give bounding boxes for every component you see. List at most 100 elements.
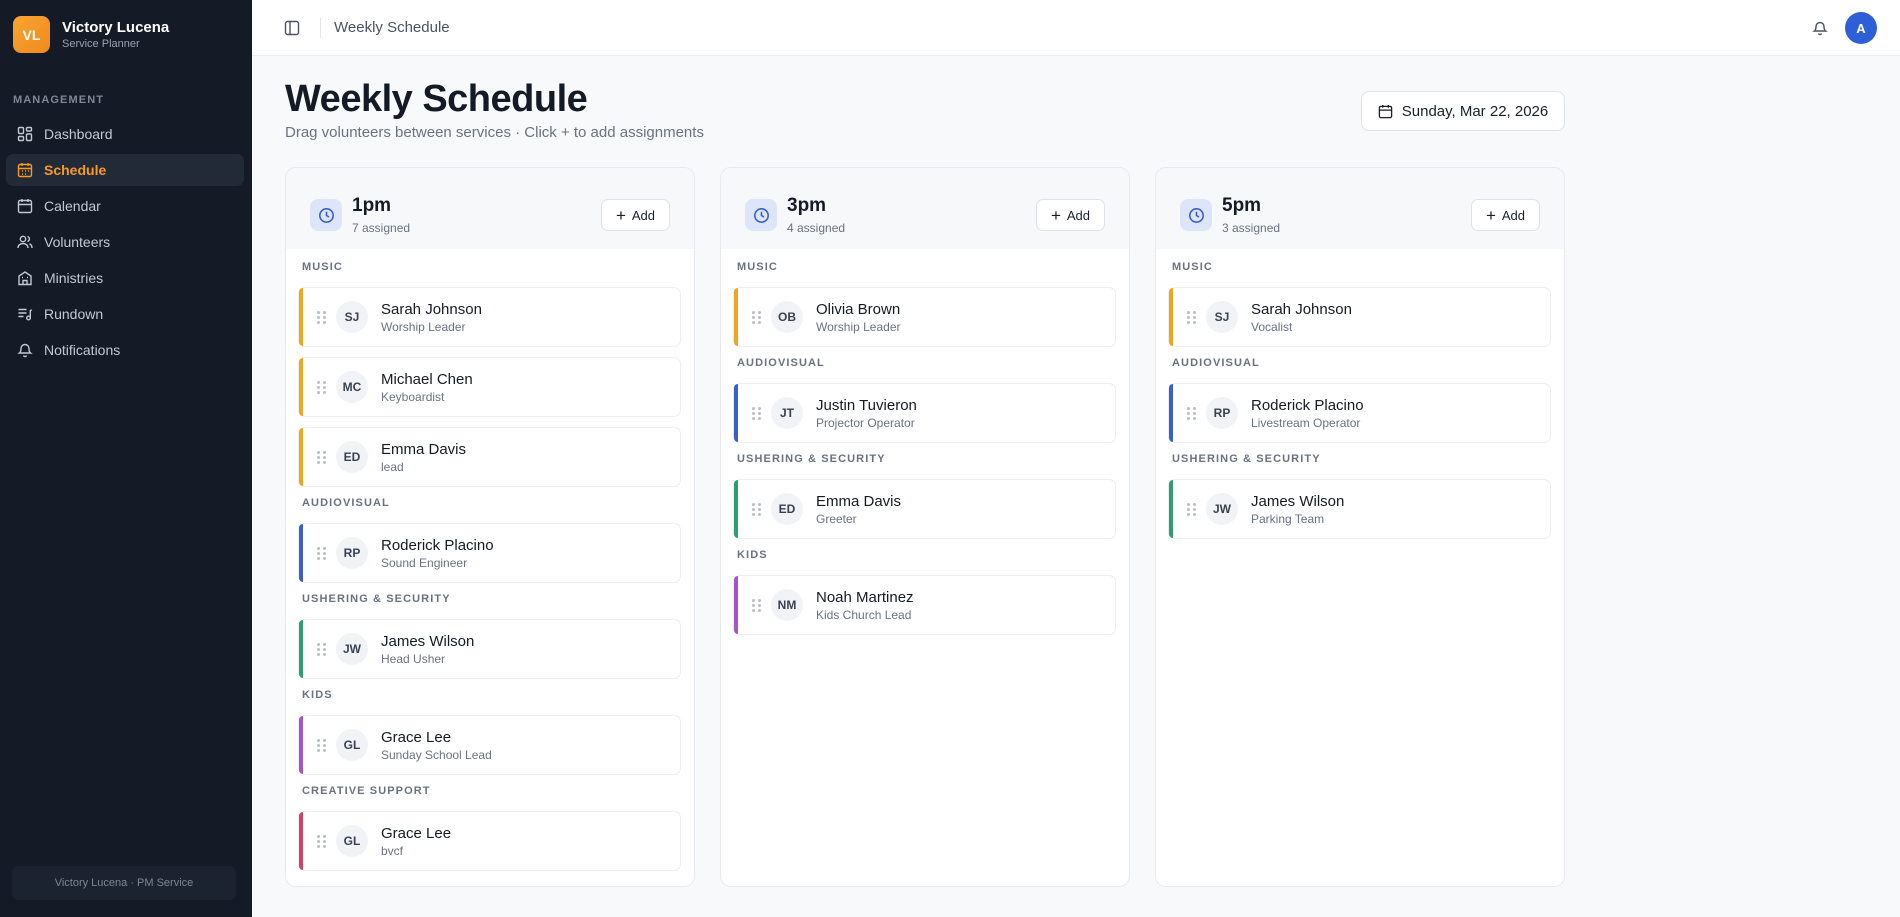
volunteer-avatar: NM <box>771 589 803 621</box>
drag-handle-icon[interactable] <box>752 502 762 516</box>
add-assignment-button[interactable]: + Add <box>601 199 670 231</box>
volunteer-card[interactable]: MC Michael Chen Keyboardist <box>298 357 681 417</box>
volunteer-name: Emma Davis <box>816 492 902 510</box>
clock-icon <box>1180 199 1212 231</box>
add-assignment-button[interactable]: + Add <box>1036 199 1105 231</box>
service-body: MUSIC OB Olivia Brown Worship Leader AUDIOVI… <box>721 249 1129 635</box>
volunteer-card[interactable]: JW James Wilson Parking Team <box>1168 479 1551 539</box>
sidebar-footer: Victory Lucena · PM Service <box>12 866 236 900</box>
volunteer-name: James Wilson <box>381 632 475 650</box>
volunteer-avatar: ED <box>336 441 368 473</box>
page-title: Weekly Schedule <box>285 78 588 120</box>
volunteer-card[interactable]: JW James Wilson Head Usher <box>298 619 681 679</box>
ministry-color-bar <box>299 358 303 416</box>
volunteer-card[interactable]: OB Olivia Brown Worship Leader <box>733 287 1116 347</box>
volunteer-card[interactable]: JT Justin Tuvieron Projector Operator <box>733 383 1116 443</box>
sidebar-toggle-icon[interactable] <box>284 20 300 36</box>
volunteer-role: Keyboardist <box>381 389 445 404</box>
volunteer-avatar: JW <box>1206 493 1238 525</box>
volunteer-card[interactable]: RP Roderick Placino Sound Engineer <box>298 523 681 583</box>
volunteer-card[interactable]: ED Emma Davis Greeter <box>733 479 1116 539</box>
ministry-group-label: CREATIVE SUPPORT <box>302 785 431 797</box>
service-column-5pm: 5pm 3 assigned + Add MUSIC SJ Sarah Johnson Voc… <box>1155 167 1565 887</box>
volunteer-name: Roderick Placino <box>1251 396 1364 414</box>
volunteer-card[interactable]: GL Grace Lee bvcf <box>298 811 681 871</box>
clock-icon <box>310 199 342 231</box>
volunteer-name: Sarah Johnson <box>381 300 482 318</box>
sidebar-nav: Dashboard Schedule Calendar Volunteers M… <box>6 118 244 370</box>
sidebar-item-volunteers[interactable]: Volunteers <box>6 226 244 258</box>
drag-handle-icon[interactable] <box>317 834 327 848</box>
ministry-color-bar <box>734 288 738 346</box>
ministry-group-label: AUDIOVISUAL <box>737 357 825 369</box>
drag-handle-icon[interactable] <box>317 450 327 464</box>
ministry-color-bar <box>299 716 303 774</box>
service-header: 3pm 4 assigned + Add <box>721 168 1129 249</box>
ministry-group-label: KIDS <box>737 549 768 561</box>
sidebar-item-ministries[interactable]: Ministries <box>6 262 244 294</box>
ministry-group-label: USHERING & SECURITY <box>737 453 886 465</box>
volunteer-avatar: SJ <box>1206 301 1238 333</box>
ministry-color-bar <box>299 620 303 678</box>
sidebar-item-label: Calendar <box>44 198 101 214</box>
volunteer-role: Kids Church Lead <box>816 607 912 622</box>
volunteer-card[interactable]: GL Grace Lee Sunday School Lead <box>298 715 681 775</box>
drag-handle-icon[interactable] <box>752 406 762 420</box>
sidebar-item-calendar[interactable]: Calendar <box>6 190 244 222</box>
add-label: Add <box>1501 207 1526 223</box>
date-label: Sunday, Mar 22, 2026 <box>1401 102 1549 120</box>
sidebar-item-rundown[interactable]: Rundown <box>6 298 244 330</box>
sidebar-item-notifications[interactable]: Notifications <box>6 334 244 366</box>
drag-handle-icon[interactable] <box>1187 310 1197 324</box>
sidebar-item-schedule[interactable]: Schedule <box>6 154 244 186</box>
service-body: MUSIC SJ Sarah Johnson Vocalist AUDIOVISUAL R… <box>1156 249 1564 539</box>
service-time: 5pm <box>1222 195 1262 216</box>
volunteer-avatar: GL <box>336 729 368 761</box>
volunteer-role: Parking Team <box>1251 511 1325 526</box>
sidebar-item-label: Dashboard <box>44 126 113 142</box>
bell-icon[interactable] <box>1812 20 1828 36</box>
ministry-group-label: MUSIC <box>302 261 343 273</box>
user-avatar[interactable]: A <box>1845 12 1877 44</box>
brand-subtitle: Service Planner <box>62 37 140 50</box>
brand[interactable]: VL Victory Lucena Service Planner <box>13 16 169 53</box>
drag-handle-icon[interactable] <box>317 546 327 560</box>
drag-handle-icon[interactable] <box>1187 406 1197 420</box>
volunteer-card[interactable]: NM Noah Martinez Kids Church Lead <box>733 575 1116 635</box>
volunteer-avatar: JW <box>336 633 368 665</box>
service-header: 5pm 3 assigned + Add <box>1156 168 1564 249</box>
sidebar: VL Victory Lucena Service Planner MANAGE… <box>0 0 252 917</box>
volunteer-name: Emma Davis <box>381 440 467 458</box>
sidebar-item-label: Volunteers <box>44 234 111 250</box>
drag-handle-icon[interactable] <box>317 642 327 656</box>
volunteer-name: Olivia Brown <box>816 300 901 318</box>
date-picker-button[interactable]: Sunday, Mar 22, 2026 <box>1361 91 1565 131</box>
service-header: 1pm 7 assigned + Add <box>286 168 694 249</box>
drag-handle-icon[interactable] <box>752 310 762 324</box>
add-assignment-button[interactable]: + Add <box>1471 199 1540 231</box>
volunteer-card[interactable]: RP Roderick Placino Livestream Operator <box>1168 383 1551 443</box>
volunteer-avatar: MC <box>336 371 368 403</box>
volunteer-name: Grace Lee <box>381 824 452 842</box>
ministry-group-label: AUDIOVISUAL <box>302 497 390 509</box>
volunteer-avatar: RP <box>336 537 368 569</box>
plus-icon: + <box>615 205 626 225</box>
drag-handle-icon[interactable] <box>317 310 327 324</box>
volunteer-card[interactable]: SJ Sarah Johnson Worship Leader <box>298 287 681 347</box>
add-label: Add <box>631 207 656 223</box>
volunteer-role: Livestream Operator <box>1251 415 1361 430</box>
drag-handle-icon[interactable] <box>317 380 327 394</box>
ministry-group-label: MUSIC <box>1172 261 1213 273</box>
drag-handle-icon[interactable] <box>752 598 762 612</box>
volunteer-role: Projector Operator <box>816 415 915 430</box>
drag-handle-icon[interactable] <box>317 738 327 752</box>
sidebar-item-label: Ministries <box>44 270 104 286</box>
volunteer-card[interactable]: SJ Sarah Johnson Vocalist <box>1168 287 1551 347</box>
volunteer-card[interactable]: ED Emma Davis lead <box>298 427 681 487</box>
drag-handle-icon[interactable] <box>1187 502 1197 516</box>
service-time: 3pm <box>787 195 827 216</box>
sidebar-item-dashboard[interactable]: Dashboard <box>6 118 244 150</box>
nav-section-label: MANAGEMENT <box>13 94 105 106</box>
ministry-group-label: USHERING & SECURITY <box>1172 453 1321 465</box>
ministry-color-bar <box>1169 288 1173 346</box>
